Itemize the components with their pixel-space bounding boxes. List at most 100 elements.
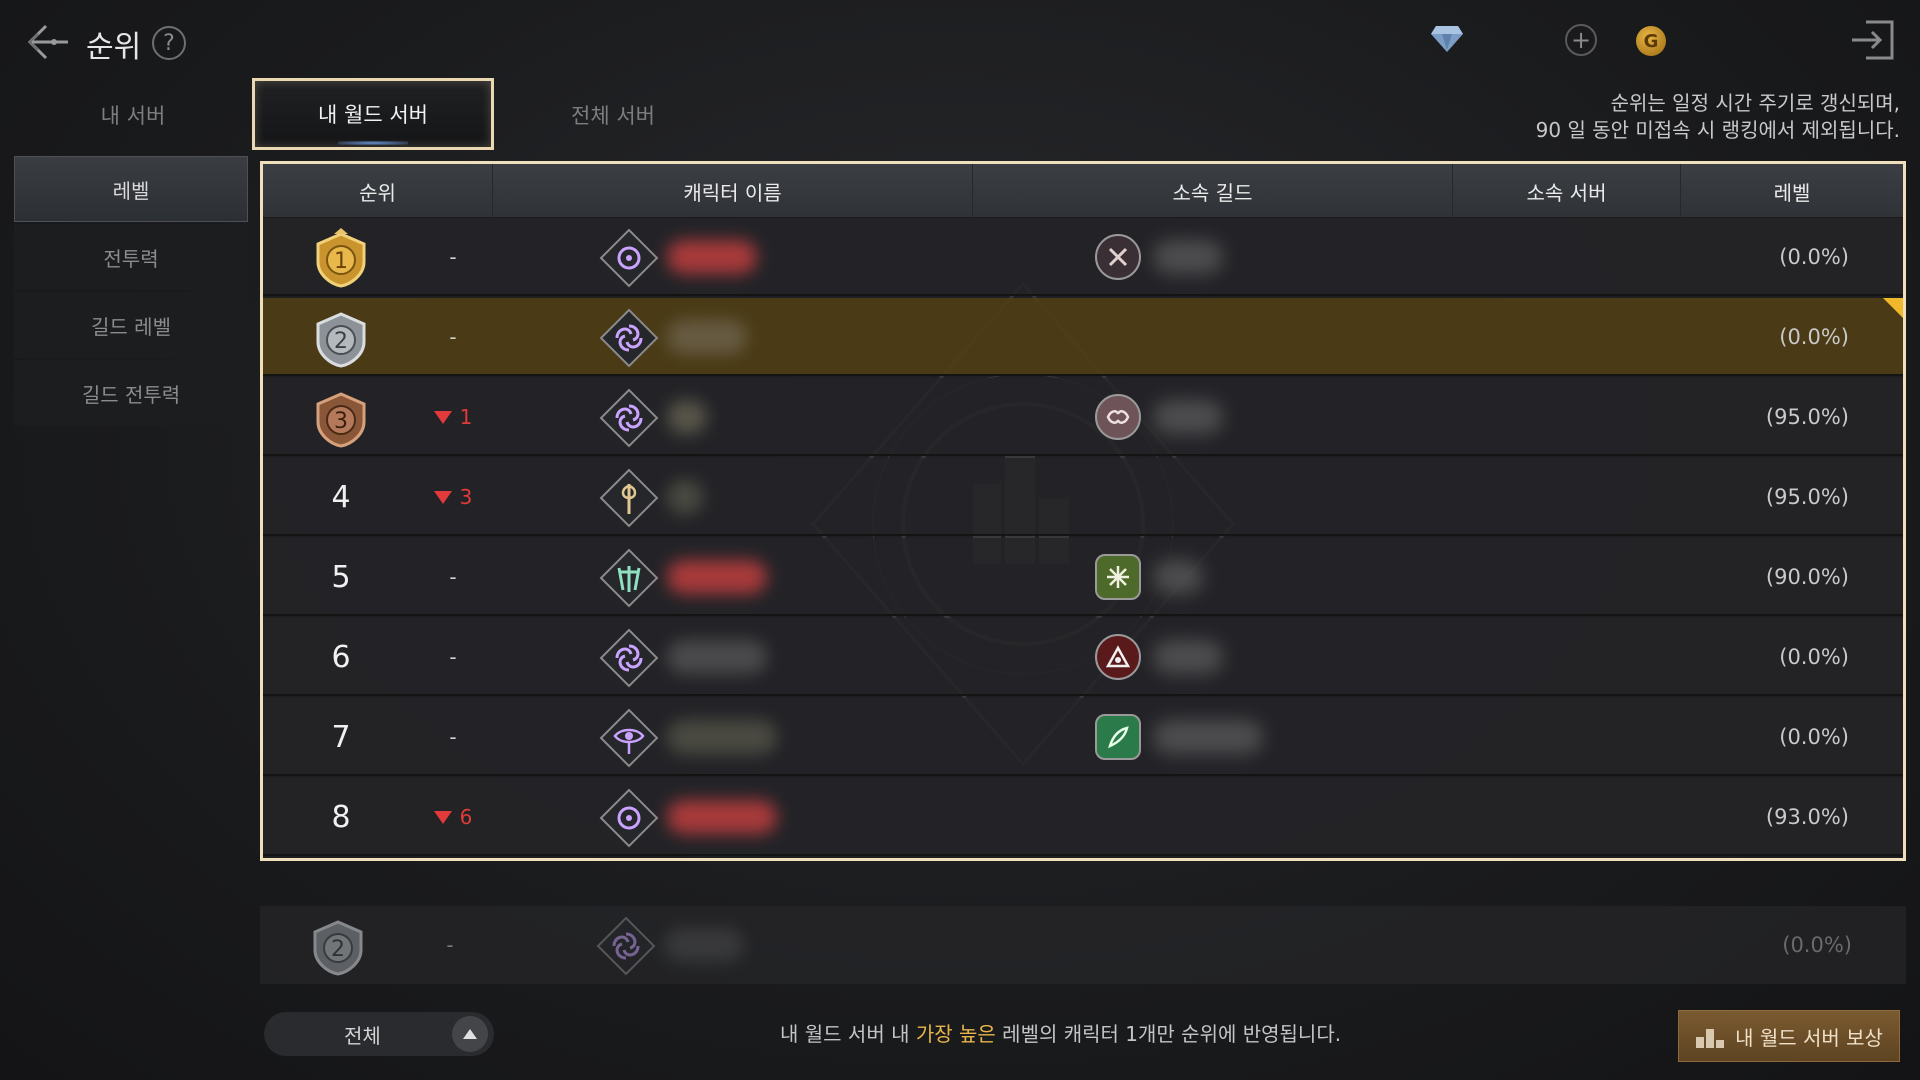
- help-icon[interactable]: ?: [152, 26, 186, 60]
- category-level[interactable]: 레벨: [14, 156, 248, 222]
- rank-change: -: [449, 565, 457, 589]
- blurred-character-name: [667, 480, 703, 514]
- rank-change-down: 1: [413, 378, 493, 456]
- exit-icon[interactable]: [1848, 18, 1898, 62]
- reward-button-label: 내 월드 서버 보상: [1735, 1025, 1883, 1050]
- level-value: (93.0%): [1765, 805, 1849, 829]
- spiral-class-icon: [596, 916, 656, 976]
- gold-coin-icon: G: [1636, 26, 1666, 56]
- sorcerer-icon: [599, 228, 659, 288]
- table-row[interactable]: 7 - (0.0%): [263, 698, 1903, 776]
- table-row[interactable]: 4 3 (95.0%): [263, 458, 1903, 536]
- ranking-table: 순위 캐릭터 이름 소속 길드 소속 서버 레벨 1 - (0.0%) 2 -: [260, 161, 1906, 861]
- rank-number: 2: [331, 936, 345, 962]
- rank-number: 5: [331, 559, 351, 595]
- diamond-icon: [1430, 24, 1464, 58]
- column-rank: 순위: [263, 164, 493, 218]
- rank-change-value: 3: [459, 485, 473, 509]
- eye-class-icon: [599, 708, 659, 768]
- rank-number: 2: [334, 328, 348, 354]
- table-row[interactable]: 8 6 (93.0%): [263, 778, 1903, 856]
- down-arrow-icon: [433, 810, 452, 824]
- green-star-guild-icon: [1095, 554, 1141, 600]
- table-row[interactable]: 3 1 (95.0%): [263, 378, 1903, 456]
- chevron-up-icon[interactable]: [452, 1016, 488, 1052]
- down-arrow-icon: [433, 490, 452, 504]
- level-value: (95.0%): [1765, 485, 1849, 509]
- rank-change: -: [449, 725, 457, 749]
- level-value: (90.0%): [1765, 565, 1849, 589]
- rank-change-value: 6: [459, 805, 473, 829]
- note-text-after: 레벨의 캐릭터 1개만 순위에 반영됩니다.: [995, 1022, 1342, 1046]
- column-guild: 소속 길드: [973, 164, 1453, 218]
- blurred-character-name: [667, 240, 757, 274]
- blurred-guild-name: [1153, 720, 1263, 754]
- blurred-character-name: [667, 640, 767, 674]
- silver-rank-badge-icon: 2: [307, 916, 369, 978]
- table-row-highlighted[interactable]: 2 - (0.0%): [263, 298, 1903, 376]
- level-value: (0.0%): [1779, 725, 1849, 749]
- blurred-character-name: [667, 800, 777, 834]
- tab-my-world-server[interactable]: 내 월드 서버: [252, 78, 494, 150]
- table-header: 순위 캐릭터 이름 소속 길드 소속 서버 레벨: [263, 164, 1903, 218]
- rank-number: 3: [334, 408, 348, 434]
- category-guild-level[interactable]: 길드 레벨: [14, 292, 248, 358]
- level-value: (0.0%): [1779, 645, 1849, 669]
- feather-guild-icon: [1095, 714, 1141, 760]
- spiral-class-icon: [599, 628, 659, 688]
- level-value: (0.0%): [1779, 325, 1849, 349]
- note-highlight: 가장 높은: [915, 1022, 996, 1046]
- rank-change-down: 3: [413, 458, 493, 536]
- blurred-guild-name: [1153, 240, 1223, 274]
- category-guild-combat-power[interactable]: 길드 전투력: [14, 360, 248, 426]
- ranking-notice: 순위는 일정 시간 주기로 갱신되며, 90 일 동안 미접속 시 랭킹에서 제…: [1536, 90, 1900, 144]
- blurred-character-name: [664, 928, 744, 962]
- blurred-character-name: [667, 720, 777, 754]
- tab-all-server[interactable]: 전체 서버: [492, 80, 734, 150]
- footer-note: 내 월드 서버 내 가장 높은 레벨의 캐릭터 1개만 순위에 반영됩니다.: [780, 1018, 1341, 1047]
- level-value: (95.0%): [1765, 405, 1849, 429]
- table-row[interactable]: 5 - (90.0%): [263, 538, 1903, 616]
- note-text-before: 내 월드 서버 내: [780, 1022, 916, 1046]
- rank-change-down: 6: [413, 778, 493, 856]
- handshake-guild-icon: [1095, 394, 1141, 440]
- column-server: 소속 서버: [1453, 164, 1681, 218]
- add-currency-button[interactable]: +: [1565, 24, 1597, 56]
- blurred-guild-name: [1153, 560, 1203, 594]
- rank-change: -: [449, 645, 457, 669]
- spiral-class-icon: [599, 388, 659, 448]
- column-level: 레벨: [1773, 180, 1811, 205]
- rank-number: 1: [334, 248, 348, 274]
- rank-change: -: [449, 325, 457, 349]
- bronze-rank-badge-icon: 3: [310, 388, 372, 450]
- rank-change: -: [446, 933, 454, 957]
- filter-dropdown[interactable]: 전체: [264, 1012, 494, 1056]
- category-combat-power[interactable]: 전투력: [14, 224, 248, 290]
- table-row[interactable]: 1 - (0.0%): [263, 218, 1903, 296]
- podium-icon: [1696, 1029, 1725, 1048]
- blurred-guild-name: [1153, 640, 1223, 674]
- axe-class-icon: [599, 468, 659, 528]
- table-row[interactable]: 6 - (0.0%): [263, 618, 1903, 696]
- top-bar: 순위 ? + G: [0, 0, 1920, 80]
- world-server-reward-button[interactable]: 내 월드 서버 보상: [1678, 1010, 1900, 1062]
- sorcerer-icon: [599, 788, 659, 848]
- rank-number: 4: [331, 479, 351, 515]
- blurred-character-name: [667, 320, 747, 354]
- tab-my-server[interactable]: 내 서버: [12, 80, 254, 150]
- gold-rank-badge-icon: 1: [310, 228, 372, 290]
- level-value: (0.0%): [1782, 933, 1852, 957]
- filter-label: 전체: [344, 1023, 381, 1048]
- blurred-character-name: [667, 400, 707, 434]
- level-value: (0.0%): [1779, 245, 1849, 269]
- notice-line-2: 90 일 동안 미접속 시 랭킹에서 제외됩니다.: [1535, 118, 1900, 142]
- page-title: 순위: [86, 30, 142, 65]
- my-rank-row[interactable]: 2 - (0.0%): [260, 906, 1906, 984]
- column-character-name: 캐릭터 이름: [493, 164, 973, 218]
- back-arrow-icon[interactable]: [22, 18, 74, 66]
- rank-number: 7: [331, 719, 351, 755]
- spiral-class-icon: [599, 308, 659, 368]
- blurred-character-name: [667, 560, 767, 594]
- tri-guild-icon: [1095, 634, 1141, 680]
- down-arrow-icon: [433, 410, 452, 424]
